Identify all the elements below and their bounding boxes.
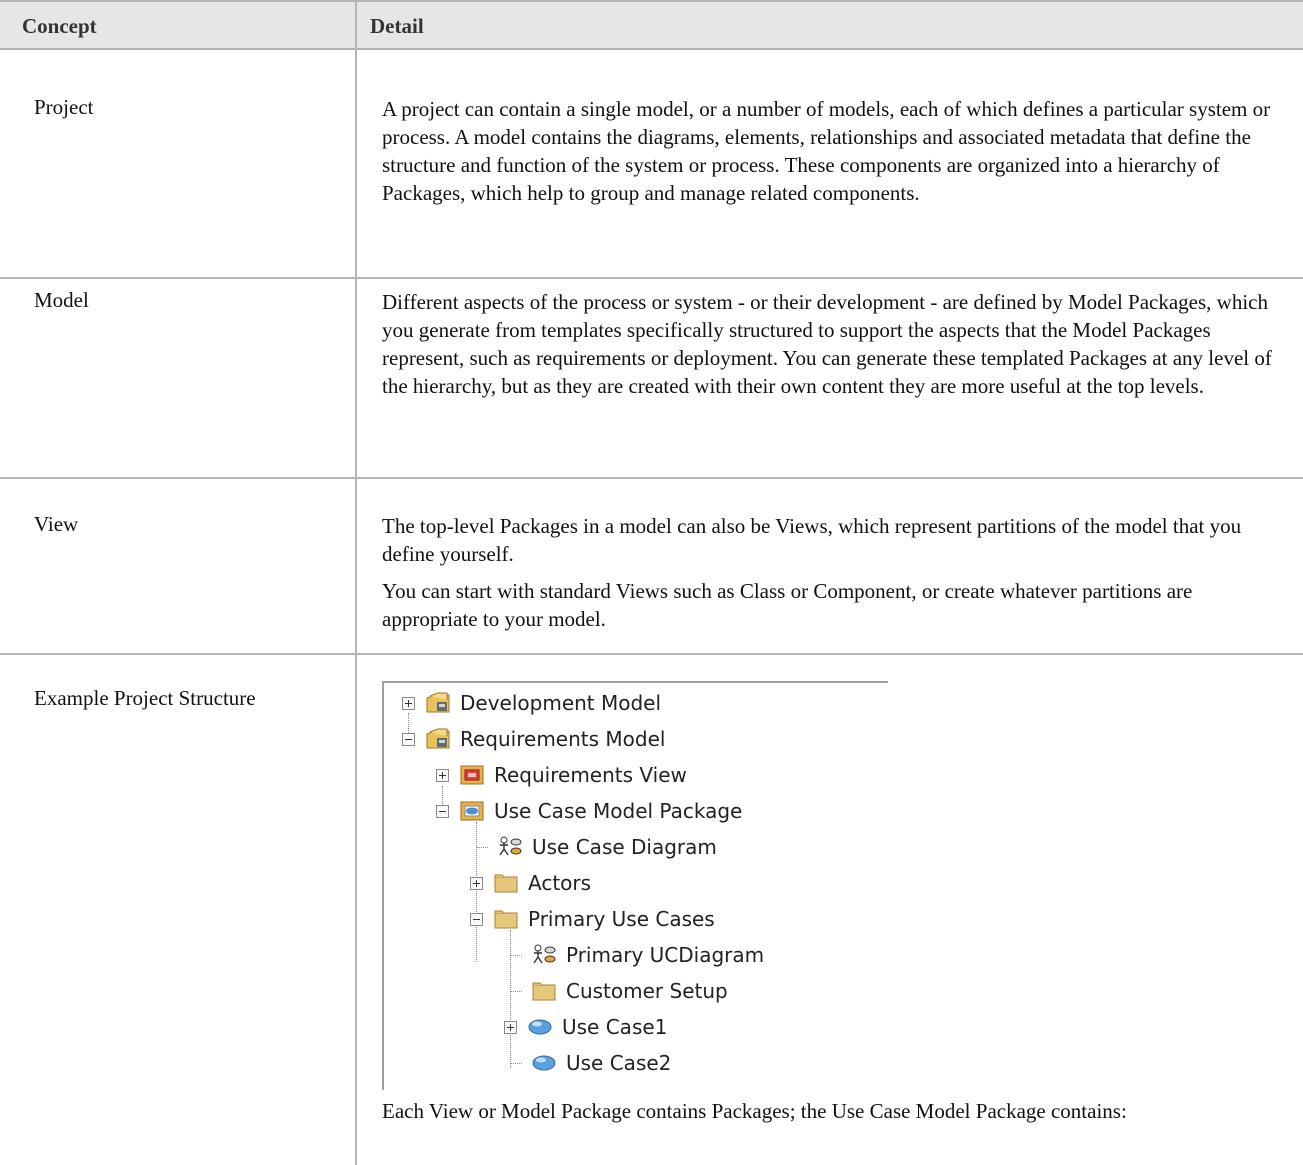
tree-item[interactable]: Actors <box>470 865 591 901</box>
tree-connector <box>476 846 488 848</box>
tree-item-label: Requirements Model <box>460 727 666 751</box>
concept-cell: Example Project Structure <box>34 686 256 710</box>
tree-item-label: Primary Use Cases <box>528 907 715 931</box>
tree-connector <box>510 954 522 956</box>
collapse-icon[interactable] <box>402 732 415 746</box>
row-divider <box>0 277 1303 279</box>
tree-item[interactable]: Development Model <box>402 685 661 721</box>
expand-icon[interactable] <box>504 1020 517 1034</box>
tree-item[interactable]: Customer Setup <box>510 973 728 1009</box>
tree-item[interactable]: Requirements View <box>436 757 687 793</box>
row-divider <box>0 653 1303 655</box>
use-case-icon <box>527 1016 553 1038</box>
tree-item[interactable]: Primary UCDiagram <box>510 937 764 973</box>
expand-icon[interactable] <box>402 696 415 710</box>
tree-item-label: Requirements View <box>494 763 687 787</box>
tree-item-label: Primary UCDiagram <box>566 943 765 967</box>
detail-paragraph: Each View or Model Package contains Pack… <box>382 1099 1127 1123</box>
tree-item-label: Use Case Model Package <box>494 799 743 823</box>
table-header: Concept Detail <box>0 0 1303 50</box>
tree-item-label: Use Case1 <box>562 1015 668 1039</box>
folder-icon <box>531 980 557 1002</box>
detail-paragraph: The top-level Packages in a model can al… <box>382 514 1242 566</box>
detail-paragraph: You can start with standard Views such a… <box>382 579 1193 631</box>
detail-cell: The top-level Packages in a model can al… <box>382 512 1287 633</box>
concept-cell: View <box>34 512 79 536</box>
tree-connector <box>510 990 522 992</box>
expand-icon[interactable] <box>436 768 449 782</box>
collapse-icon[interactable] <box>436 804 449 818</box>
use-case-icon <box>531 1052 557 1074</box>
expand-icon[interactable] <box>470 876 483 890</box>
tree-item-label: Use Case Diagram <box>532 835 717 859</box>
model-package-icon <box>425 728 451 750</box>
folder-icon <box>493 908 519 930</box>
tree-item-label: Customer Setup <box>566 979 728 1003</box>
concept-cell: Project <box>34 95 94 119</box>
tree-item-label: Use Case2 <box>566 1051 672 1075</box>
project-browser-tree[interactable]: Development Model Requirements Model Req… <box>382 681 888 1090</box>
detail-paragraph: A project can contain a single model, or… <box>382 97 1271 205</box>
row-divider <box>0 477 1303 479</box>
use-case-diagram-icon <box>531 944 557 966</box>
folder-icon <box>493 872 519 894</box>
concept-cell: Model <box>34 288 89 312</box>
detail-paragraph: Different aspects of the process or syst… <box>382 290 1272 398</box>
column-divider <box>355 0 357 1165</box>
tree-item[interactable]: Primary Use Cases <box>470 901 715 937</box>
tree-item[interactable]: Requirements Model <box>402 721 665 757</box>
tree-item[interactable]: Use Case1 <box>504 1009 667 1045</box>
tree-connector <box>510 1062 522 1064</box>
requirements-view-icon <box>459 764 485 786</box>
header-detail: Detail <box>370 14 424 38</box>
tree-item-label: Actors <box>528 871 592 895</box>
use-case-view-icon <box>459 800 485 822</box>
detail-cell: Different aspects of the process or syst… <box>382 288 1287 400</box>
tree-item[interactable]: Use Case Diagram <box>476 829 717 865</box>
detail-cell: Each View or Model Package contains Pack… <box>382 1097 1262 1125</box>
model-package-icon <box>425 692 451 714</box>
detail-cell: A project can contain a single model, or… <box>382 95 1287 207</box>
tree-item-label: Development Model <box>460 691 662 715</box>
collapse-icon[interactable] <box>470 912 483 926</box>
tree-item[interactable]: Use Case Model Package <box>436 793 742 829</box>
tree-item[interactable]: Use Case2 <box>510 1045 671 1081</box>
use-case-diagram-icon <box>497 836 523 858</box>
header-concept: Concept <box>22 14 97 38</box>
